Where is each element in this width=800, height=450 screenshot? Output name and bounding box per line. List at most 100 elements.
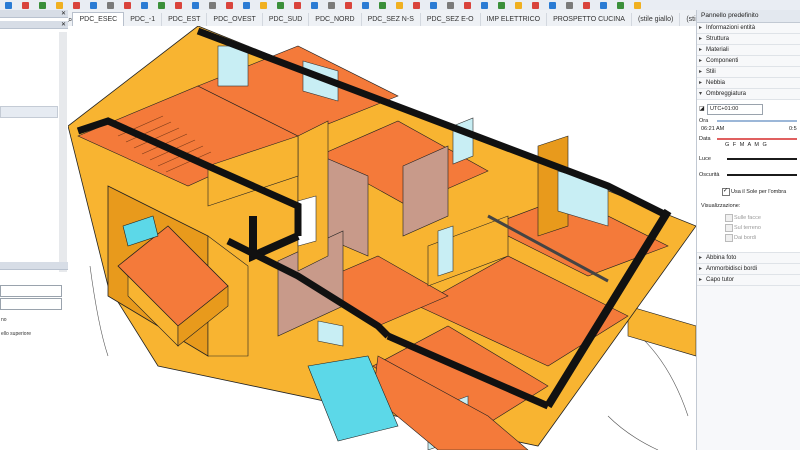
top-view-icon[interactable]: [566, 1, 573, 9]
section-shadows[interactable]: Ombreggiatura: [697, 89, 800, 100]
tape-icon[interactable]: [141, 1, 148, 9]
select-icon[interactable]: [5, 1, 12, 9]
left-scrollbar[interactable]: [59, 32, 67, 272]
monochrome-icon[interactable]: [532, 1, 539, 9]
section-soften-edges[interactable]: Ammorbidisci bordi: [697, 264, 800, 275]
on-faces-checkbox[interactable]: [725, 214, 733, 222]
left-view-icon[interactable]: [634, 1, 641, 9]
zoom-extents-icon[interactable]: [243, 1, 250, 9]
text-icon[interactable]: [158, 1, 165, 9]
time-label: Ora: [699, 118, 709, 124]
x-ray-icon[interactable]: [430, 1, 437, 9]
tab-prospetto-cucina[interactable]: PROSPETTO CUCINA: [547, 13, 632, 26]
left-tray-header: ✕: [0, 10, 68, 18]
section-instructor[interactable]: Capo tutor: [697, 275, 800, 286]
section-components[interactable]: Componenti: [697, 56, 800, 67]
section-entity-info[interactable]: Informazioni entità: [697, 23, 800, 34]
ground-arc-2: [607, 415, 659, 450]
left-tray: ✕ ✕ no ello superiore: [0, 10, 69, 450]
front-view-icon[interactable]: [583, 1, 590, 9]
display-label: Visualizzazione:: [701, 203, 741, 209]
date-label: Data: [699, 136, 711, 142]
shadows-panel: ◪ UTC+01:00 Ora 06:21 AM 0:5 Data G F M …: [697, 100, 800, 253]
left-field-2[interactable]: [0, 298, 62, 310]
extension-icon[interactable]: [277, 1, 284, 9]
warehouse-icon[interactable]: [260, 1, 267, 9]
paint-icon[interactable]: [175, 1, 182, 9]
hidden-line-icon[interactable]: [481, 1, 488, 9]
time-value-right: 0:5: [789, 126, 797, 132]
camera-icon[interactable]: [362, 1, 369, 9]
back-view-icon[interactable]: [617, 1, 624, 9]
use-sun-checkbox[interactable]: [722, 187, 730, 196]
left-tray-subheader: ✕: [0, 21, 68, 29]
right-ramp: [627, 305, 696, 357]
sun-icon[interactable]: [396, 1, 403, 9]
close-icon[interactable]: ✕: [61, 21, 66, 28]
tab-pdc-nord[interactable]: PDC_NORD: [309, 13, 362, 26]
iso-view-icon[interactable]: [549, 1, 556, 9]
tab-pdc-sud[interactable]: PDC_SUD: [263, 13, 310, 26]
section-outliner[interactable]: Struttura: [697, 34, 800, 45]
section-materials[interactable]: Materiali: [697, 45, 800, 56]
textured-icon[interactable]: [515, 1, 522, 9]
close-icon[interactable]: ✕: [61, 10, 66, 17]
scene-icon[interactable]: [345, 1, 352, 9]
tab-pdc-ovest[interactable]: PDC_OVEST: [207, 13, 263, 26]
section-fog[interactable]: Nebbia: [697, 78, 800, 89]
rotate-icon[interactable]: [90, 1, 97, 9]
date-slider[interactable]: [717, 138, 797, 140]
tab-stile-rosso[interactable]: (stile ross: [680, 13, 696, 26]
window-5: [437, 225, 454, 277]
tab-pdc-esec[interactable]: PDC_ESEC: [72, 12, 125, 26]
tab-pdc-est[interactable]: PDC_EST: [162, 13, 208, 26]
offset-icon[interactable]: [124, 1, 131, 9]
timezone-select[interactable]: UTC+01:00: [707, 104, 763, 115]
dark-slider[interactable]: [727, 174, 797, 176]
pencil-icon[interactable]: [22, 1, 29, 9]
push-pull-icon[interactable]: [56, 1, 63, 9]
left-tray-section: [0, 262, 68, 270]
model-viewport[interactable]: [68, 26, 696, 450]
tab-pdc-sez-eo[interactable]: PDC_SEZ E-O: [421, 13, 481, 26]
scale-icon[interactable]: [107, 1, 114, 9]
shape-icon[interactable]: [39, 1, 46, 9]
dark-label: Oscurità: [699, 172, 720, 178]
left-text-1: no: [1, 317, 7, 323]
section-icon[interactable]: [294, 1, 301, 9]
scene-tabs: ⌕ PDC_ESEC PDC_-1 PDC_EST PDC_OVEST PDC_…: [68, 10, 696, 27]
tab-imp-elettrico[interactable]: IMP ELETTRICO: [481, 13, 548, 26]
time-value: 06:21 AM: [701, 126, 725, 132]
back-edges-icon[interactable]: [447, 1, 454, 9]
from-edges-label: Dai bordi: [734, 235, 757, 241]
right-view-icon[interactable]: [600, 1, 607, 9]
tab-pdc-sez-ns[interactable]: PDC_SEZ N-S: [362, 13, 421, 26]
on-ground-checkbox[interactable]: [725, 224, 733, 232]
wireframe-icon[interactable]: [464, 1, 471, 9]
time-slider[interactable]: [717, 120, 797, 122]
section-match-photo[interactable]: Abbina foto: [697, 253, 800, 264]
walk-icon[interactable]: [379, 1, 386, 9]
month-labels: G F M A M G: [725, 142, 768, 148]
shadow-toggle-icon[interactable]: ◪: [699, 105, 705, 112]
use-sun-label: Usa il Sole per l'ombra: [731, 189, 787, 195]
style-icon[interactable]: [311, 1, 318, 9]
shaded-icon[interactable]: [498, 1, 505, 9]
building-model: [68, 26, 696, 450]
ground-arc-3: [89, 265, 109, 357]
light-slider[interactable]: [727, 158, 797, 160]
default-tray: Pannello predefinito Informazioni entità…: [696, 10, 800, 450]
tab-pdc-1[interactable]: PDC_-1: [124, 13, 163, 26]
layer-icon[interactable]: [328, 1, 335, 9]
zoom-icon[interactable]: [226, 1, 233, 9]
tab-stile-giallo[interactable]: (stile giallo): [632, 13, 681, 26]
move-icon[interactable]: [73, 1, 80, 9]
section-styles[interactable]: Stili: [697, 67, 800, 78]
pan-icon[interactable]: [209, 1, 216, 9]
left-list-row[interactable]: [0, 106, 58, 118]
orbit-icon[interactable]: [192, 1, 199, 9]
left-field-1[interactable]: [0, 285, 62, 297]
from-edges-checkbox[interactable]: [725, 234, 733, 242]
fog-icon[interactable]: [413, 1, 420, 9]
tray-title: Pannello predefinito: [697, 10, 800, 23]
